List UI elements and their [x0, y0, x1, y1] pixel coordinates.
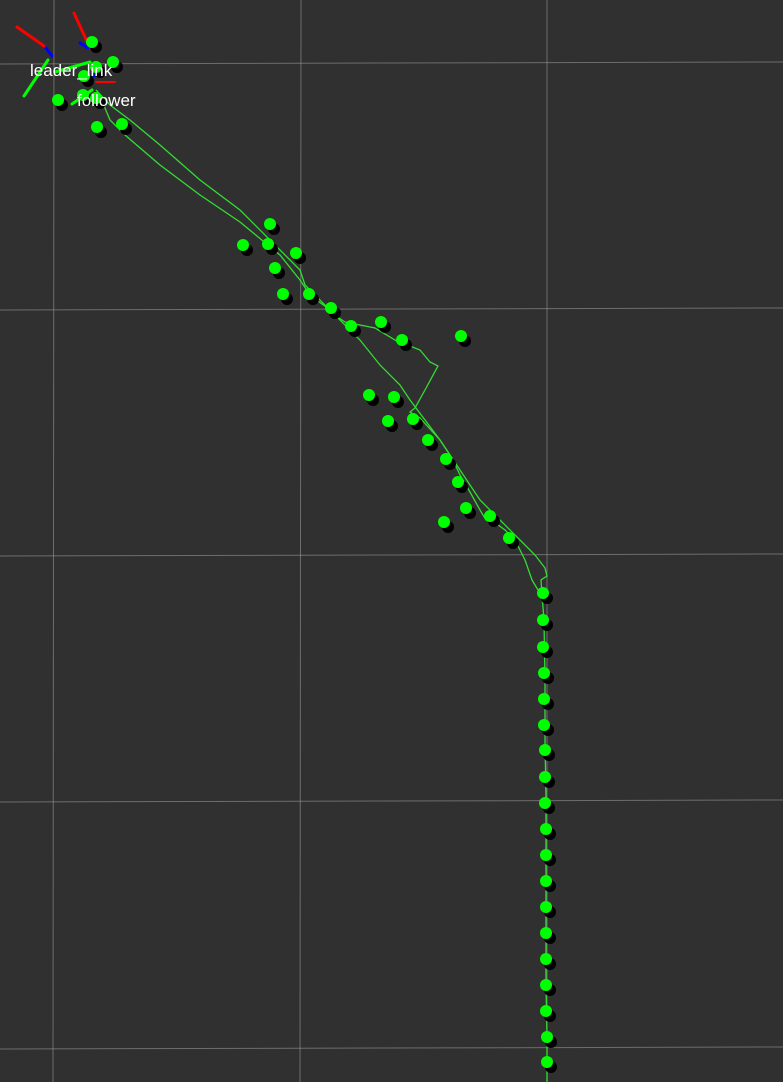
grid-line	[0, 799, 783, 803]
pose-marker	[388, 391, 400, 403]
pose-marker	[540, 927, 552, 939]
pose-marker	[538, 667, 550, 679]
pose-marker	[503, 532, 515, 544]
pose-marker	[484, 510, 496, 522]
pose-marker	[396, 334, 408, 346]
trajectory-paths	[95, 89, 548, 1082]
pose-marker	[537, 587, 549, 599]
pose-marker	[262, 238, 274, 250]
grid-line	[52, 0, 55, 1082]
grid-line	[299, 0, 302, 1082]
pose-marker	[91, 121, 103, 133]
pose-marker	[303, 288, 315, 300]
pose-marker	[107, 56, 119, 68]
pose-marker	[537, 614, 549, 626]
pose-marker	[538, 719, 550, 731]
pose-marker	[540, 901, 552, 913]
pose-marker	[290, 247, 302, 259]
grid-line	[0, 1046, 783, 1050]
pose-marker	[325, 302, 337, 314]
pose-marker	[540, 849, 552, 861]
pose-marker	[407, 413, 419, 425]
pose-marker	[537, 641, 549, 653]
pose-marker	[86, 36, 98, 48]
pose-marker	[363, 389, 375, 401]
pose-marker	[539, 797, 551, 809]
leader-x-axis	[15, 25, 46, 48]
pose-marker	[237, 239, 249, 251]
pose-marker	[345, 320, 357, 332]
grid-line	[0, 307, 783, 311]
pose-marker	[90, 61, 102, 73]
trajectory-path	[95, 89, 548, 1082]
pose-marker	[422, 434, 434, 446]
pose-marker	[540, 953, 552, 965]
pose-marker	[269, 262, 281, 274]
pose-marker	[264, 218, 276, 230]
grid	[0, 0, 783, 1082]
pose-marker	[375, 316, 387, 328]
pose-marker	[116, 118, 128, 130]
pose-marker	[540, 979, 552, 991]
pose-marker	[541, 1056, 553, 1068]
pose-marker	[382, 415, 394, 427]
pose-marker	[52, 94, 64, 106]
pose-marker	[540, 875, 552, 887]
leader-z-axis	[44, 46, 54, 58]
pose-marker	[539, 744, 551, 756]
pose-marker	[452, 476, 464, 488]
tf-frame-axes	[15, 11, 116, 106]
pose-marker	[460, 502, 472, 514]
pose-marker	[540, 823, 552, 835]
grid-line	[0, 553, 783, 557]
pose-marker	[438, 516, 450, 528]
scene-canvas[interactable]	[0, 0, 783, 1082]
pose-marker	[277, 288, 289, 300]
pose-marker	[440, 453, 452, 465]
pose-marker	[541, 1031, 553, 1043]
rviz-3d-viewport[interactable]: leader_link follower	[0, 0, 783, 1082]
pose-marker	[539, 771, 551, 783]
leader-y-axis	[22, 58, 50, 98]
pose-marker	[90, 92, 102, 104]
pose-marker	[77, 89, 89, 101]
pose-marker	[540, 1005, 552, 1017]
pose-marker	[538, 693, 550, 705]
pose-marker	[455, 330, 467, 342]
pose-marker	[78, 70, 90, 82]
